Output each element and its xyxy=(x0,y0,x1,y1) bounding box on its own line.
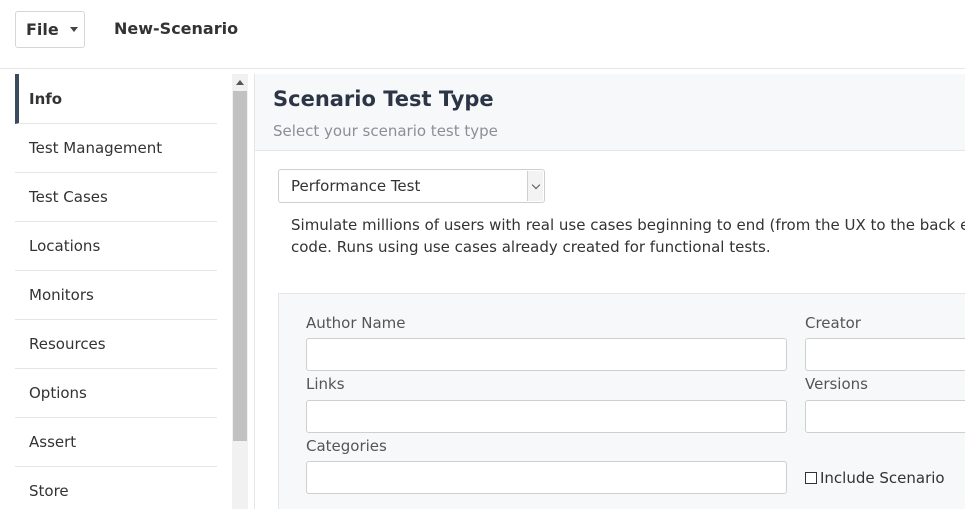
creator-field[interactable] xyxy=(805,338,965,371)
author-name-label: Author Name xyxy=(306,314,406,332)
sidebar-item-label: Info xyxy=(29,89,63,108)
sidebar-item-label: Resources xyxy=(29,335,106,353)
links-field[interactable] xyxy=(306,400,787,433)
include-scenario-checkbox[interactable] xyxy=(805,472,817,484)
panel-header: Scenario Test Type Select your scenario … xyxy=(255,74,965,151)
description-line: code. Runs using use cases already creat… xyxy=(291,238,771,256)
categories-label: Categories xyxy=(306,437,387,455)
sidebar-item-label: Test Cases xyxy=(29,188,108,206)
main-panel: Scenario Test Type Select your scenario … xyxy=(254,74,965,509)
versions-label: Versions xyxy=(805,375,868,393)
test-type-selected: Performance Test xyxy=(291,177,421,195)
chevron-down-icon xyxy=(527,171,543,201)
sidebar-item-options[interactable]: Options xyxy=(15,369,217,418)
sidebar-item-label: Options xyxy=(29,384,87,402)
caret-down-icon xyxy=(70,27,78,32)
scroll-up-arrow-icon[interactable] xyxy=(232,74,248,90)
top-bar: File New-Scenario xyxy=(0,0,965,69)
sidebar-item-assert[interactable]: Assert xyxy=(15,418,217,467)
file-menu-label: File xyxy=(26,20,59,39)
author-name-field[interactable] xyxy=(306,338,787,371)
sidebar-item-label: Assert xyxy=(29,433,77,451)
sidebar-item-monitors[interactable]: Monitors xyxy=(15,271,217,320)
sidebar-scrollbar[interactable] xyxy=(232,74,248,509)
sidebar-item-test-cases[interactable]: Test Cases xyxy=(15,173,217,222)
sidebar-item-label: Monitors xyxy=(29,286,94,304)
scrollbar-thumb[interactable] xyxy=(233,91,247,441)
sidebar-item-label: Locations xyxy=(29,237,101,255)
scenario-name: New-Scenario xyxy=(114,19,239,38)
sidebar-item-label: Store xyxy=(29,482,69,500)
sidebar-item-locations[interactable]: Locations xyxy=(15,222,217,271)
include-scenario-toggle[interactable]: Include Scenario xyxy=(805,469,945,487)
creator-label: Creator xyxy=(805,314,861,332)
test-type-description: Simulate millions of users with real use… xyxy=(291,214,965,258)
description-line: Simulate millions of users with real use… xyxy=(291,216,965,234)
sidebar-item-test-management[interactable]: Test Management xyxy=(15,124,217,173)
file-menu-button[interactable]: File xyxy=(15,11,85,48)
links-label: Links xyxy=(306,375,345,393)
sidebar-item-label: Test Management xyxy=(29,139,163,157)
sidebar: Info Test Management Test Cases Location… xyxy=(15,74,217,509)
page-title: Scenario Test Type xyxy=(273,87,494,111)
categories-field[interactable] xyxy=(306,461,787,494)
scenario-info-form: Author Name Creator Links Versions Categ… xyxy=(278,293,965,509)
page-subtitle: Select your scenario test type xyxy=(273,122,498,140)
test-type-select[interactable]: Performance Test xyxy=(278,169,545,203)
sidebar-item-store[interactable]: Store xyxy=(15,467,217,509)
versions-field[interactable] xyxy=(805,400,965,433)
sidebar-item-resources[interactable]: Resources xyxy=(15,320,217,369)
include-scenario-label: Include Scenario xyxy=(820,469,945,487)
sidebar-item-info[interactable]: Info xyxy=(15,74,217,124)
